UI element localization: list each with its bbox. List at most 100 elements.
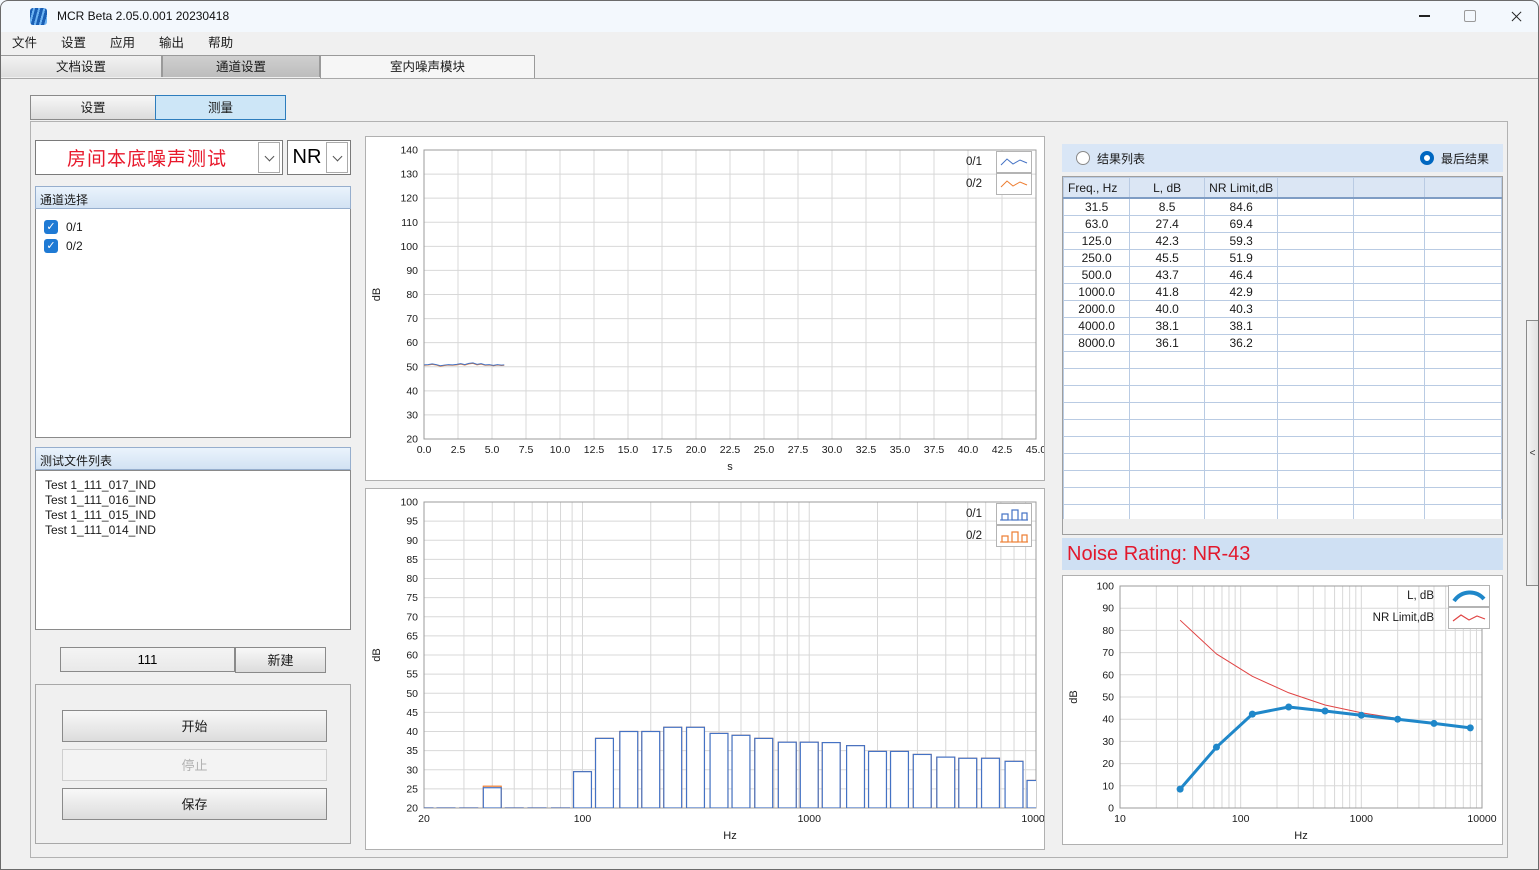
menu-help[interactable]: 帮助 <box>196 32 245 55</box>
save-button[interactable]: 保存 <box>62 788 327 820</box>
radio-last-result[interactable]: 最后结果 <box>1420 150 1489 167</box>
svg-text:1000: 1000 <box>1350 813 1374 825</box>
result-cell <box>1278 233 1353 250</box>
test-type-combobox[interactable]: 房间本底噪声测试 <box>35 140 283 175</box>
subtab-measure[interactable]: 测量 <box>155 95 286 120</box>
test-type-dropdown-button[interactable] <box>258 142 280 173</box>
result-row[interactable]: 8000.036.136.2 <box>1064 335 1502 352</box>
result-cell <box>1424 352 1501 369</box>
menu-output[interactable]: 输出 <box>147 32 196 55</box>
svg-text:70: 70 <box>406 313 418 325</box>
channel-list[interactable]: ✓0/1✓0/2 <box>35 209 351 438</box>
maximize-button[interactable] <box>1447 0 1493 32</box>
file-list-item[interactable]: Test 1_111_014_IND <box>36 523 350 538</box>
empty-row[interactable] <box>1064 471 1502 488</box>
result-cell <box>1278 454 1353 471</box>
minimize-button[interactable] <box>1401 0 1447 32</box>
svg-text:100: 100 <box>1232 813 1250 825</box>
channel-checkbox[interactable]: ✓ <box>44 239 58 253</box>
new-button[interactable]: 新建 <box>235 647 326 673</box>
start-button[interactable]: 开始 <box>62 710 327 742</box>
channel-item[interactable]: ✓0/2 <box>36 236 350 255</box>
file-list-item[interactable]: Test 1_111_015_IND <box>36 508 350 523</box>
empty-row[interactable] <box>1064 386 1502 403</box>
tab-channel-settings[interactable]: 通道设置 <box>162 55 320 77</box>
panel-collapse-handle[interactable]: < <box>1526 320 1539 586</box>
result-cell <box>1353 267 1424 284</box>
thick-line-series-icon[interactable] <box>1448 585 1490 607</box>
result-cell: 8.5 <box>1130 198 1205 216</box>
result-cell: 2000.0 <box>1064 301 1130 318</box>
column-header <box>1424 178 1501 199</box>
result-cell <box>1424 437 1501 454</box>
result-cell <box>1130 454 1205 471</box>
result-row[interactable]: 63.027.469.4 <box>1064 216 1502 233</box>
tab-room-noise-module[interactable]: 室内噪声模块 <box>320 55 535 78</box>
result-cell <box>1353 301 1424 318</box>
menu-file[interactable]: 文件 <box>0 32 49 55</box>
line-series-icon-ch2[interactable] <box>996 173 1032 195</box>
result-cell <box>1130 437 1205 454</box>
result-row[interactable]: 2000.040.040.3 <box>1064 301 1502 318</box>
result-cell <box>1278 301 1353 318</box>
result-row[interactable]: 31.58.584.6 <box>1064 198 1502 216</box>
app-logo-icon <box>30 8 47 25</box>
svg-text:95: 95 <box>406 516 418 528</box>
result-row[interactable]: 1000.041.842.9 <box>1064 284 1502 301</box>
result-cell: 69.4 <box>1205 216 1278 233</box>
result-cell <box>1424 454 1501 471</box>
result-cell <box>1205 386 1278 403</box>
svg-text:17.5: 17.5 <box>652 444 673 456</box>
empty-row[interactable] <box>1064 369 1502 386</box>
channel-select-header: 通道选择 <box>35 186 351 209</box>
result-cell <box>1205 471 1278 488</box>
result-cell <box>1064 403 1130 420</box>
result-cell <box>1278 318 1353 335</box>
radio-result-list[interactable]: 结果列表 <box>1076 150 1145 167</box>
minimize-icon <box>1419 15 1430 16</box>
result-cell <box>1424 301 1501 318</box>
close-button[interactable] <box>1493 0 1539 32</box>
menu-settings[interactable]: 设置 <box>49 32 98 55</box>
file-name-input[interactable] <box>60 647 235 672</box>
empty-row[interactable] <box>1064 437 1502 454</box>
result-cell: 40.0 <box>1130 301 1205 318</box>
result-cell <box>1424 318 1501 335</box>
test-file-list[interactable]: Test 1_111_017_INDTest 1_111_016_INDTest… <box>35 470 351 630</box>
result-cell <box>1353 233 1424 250</box>
svg-text:10.0: 10.0 <box>550 444 571 456</box>
bar-series-icon-ch2[interactable] <box>996 525 1032 547</box>
result-row[interactable]: 250.045.551.9 <box>1064 250 1502 267</box>
result-cell: 46.4 <box>1205 267 1278 284</box>
svg-text:20: 20 <box>1102 758 1114 770</box>
menu-apply[interactable]: 应用 <box>98 32 147 55</box>
svg-text:22.5: 22.5 <box>720 444 741 456</box>
result-cell <box>1205 420 1278 437</box>
result-cell <box>1130 386 1205 403</box>
bar-series-icon-ch1[interactable] <box>996 503 1032 525</box>
result-row[interactable]: 500.043.746.4 <box>1064 267 1502 284</box>
result-row[interactable]: 125.042.359.3 <box>1064 233 1502 250</box>
empty-row[interactable] <box>1064 420 1502 437</box>
empty-row[interactable] <box>1064 454 1502 471</box>
tab-document-settings[interactable]: 文档设置 <box>0 55 162 77</box>
result-cell <box>1130 488 1205 505</box>
empty-row[interactable] <box>1064 352 1502 369</box>
file-list-item[interactable]: Test 1_111_017_IND <box>36 478 350 493</box>
channel-item[interactable]: ✓0/1 <box>36 217 350 236</box>
result-cell: 41.8 <box>1130 284 1205 301</box>
empty-row[interactable] <box>1064 488 1502 505</box>
rating-type-combobox[interactable]: NR <box>287 140 351 175</box>
line-series-icon-ch1[interactable] <box>996 151 1032 173</box>
empty-row[interactable] <box>1064 403 1502 420</box>
result-row[interactable]: 4000.038.138.1 <box>1064 318 1502 335</box>
svg-text:70: 70 <box>406 611 418 623</box>
rating-type-dropdown-button[interactable] <box>326 142 348 173</box>
legend-label-ch1: 0/1 <box>966 156 982 168</box>
thin-line-series-icon[interactable] <box>1448 607 1490 629</box>
channel-checkbox[interactable]: ✓ <box>44 220 58 234</box>
file-list-item[interactable]: Test 1_111_016_IND <box>36 493 350 508</box>
result-cell: 250.0 <box>1064 250 1130 267</box>
subtab-settings[interactable]: 设置 <box>30 95 156 120</box>
result-cell: 45.5 <box>1130 250 1205 267</box>
